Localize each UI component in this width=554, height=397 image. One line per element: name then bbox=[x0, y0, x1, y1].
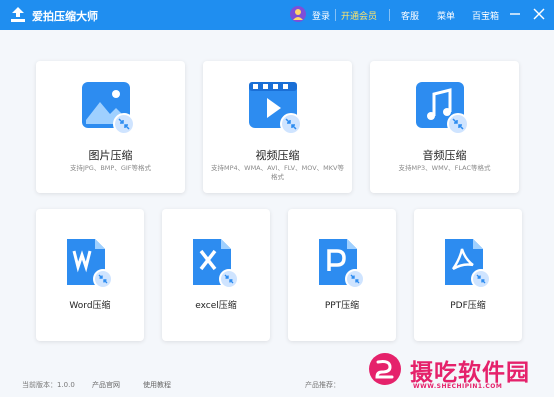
title-bar: 爱拍压缩大师 登录 开通会员 客服 菜单 百宝箱 bbox=[0, 0, 554, 30]
ppt-compress-icon bbox=[319, 239, 365, 289]
vip-button[interactable]: 开通会员 bbox=[341, 9, 377, 22]
card-title: 视频压缩 bbox=[255, 149, 300, 162]
main-area: 图片压缩 支持JPG、BMP、GIF等格式 视频压缩 支持MP4、WMA、AVI… bbox=[0, 30, 554, 397]
card-pdf-compress[interactable]: PDF压缩 bbox=[414, 209, 522, 341]
service-button[interactable]: 客服 bbox=[401, 9, 419, 22]
image-compress-icon bbox=[82, 82, 135, 135]
menu-button[interactable]: 菜单 bbox=[437, 9, 455, 22]
official-site-link[interactable]: 产品官网 bbox=[92, 380, 120, 390]
card-word-compress[interactable]: Word压缩 bbox=[36, 209, 144, 341]
login-button[interactable]: 登录 bbox=[312, 9, 330, 22]
card-desc: 支持JPG、BMP、GIF等格式 bbox=[69, 164, 152, 172]
card-image-compress[interactable]: 图片压缩 支持JPG、BMP、GIF等格式 bbox=[36, 61, 185, 193]
divider bbox=[335, 9, 336, 21]
video-compress-icon bbox=[249, 82, 302, 135]
card-title: 音频压缩 bbox=[422, 149, 467, 162]
minimize-icon[interactable] bbox=[508, 7, 522, 21]
card-title: 图片压缩 bbox=[88, 149, 133, 162]
close-icon[interactable] bbox=[532, 7, 546, 21]
card-title: excel压缩 bbox=[195, 301, 237, 311]
word-compress-icon bbox=[67, 239, 113, 289]
watermark-url: WWW.SHECHIPIN1.COM bbox=[413, 383, 503, 390]
watermark-text: 摄吃软件园 bbox=[410, 360, 530, 386]
card-excel-compress[interactable]: excel压缩 bbox=[162, 209, 270, 341]
card-ppt-compress[interactable]: PPT压缩 bbox=[288, 209, 396, 341]
pdf-compress-icon bbox=[445, 239, 491, 289]
user-avatar[interactable] bbox=[290, 6, 306, 22]
watermark-logo-icon bbox=[369, 353, 401, 385]
card-desc: 支持MP4、WMA、AVI、FLV、MOV、MKV等格式 bbox=[210, 164, 344, 181]
excel-compress-icon bbox=[193, 239, 239, 289]
toolbox-button[interactable]: 百宝箱 bbox=[472, 9, 499, 22]
card-desc: 支持MP3、WMV、FLAC等格式 bbox=[398, 164, 491, 172]
card-title: Word压缩 bbox=[69, 301, 111, 311]
version-text: 当前版本：1.0.0 bbox=[22, 381, 75, 389]
audio-compress-icon bbox=[416, 82, 469, 135]
card-title: PDF压缩 bbox=[450, 301, 486, 311]
tutorial-link[interactable]: 使用教程 bbox=[143, 380, 171, 390]
card-video-compress[interactable]: 视频压缩 支持MP4、WMA、AVI、FLV、MOV、MKV等格式 bbox=[203, 61, 352, 193]
recommend-label: 产品推荐： bbox=[305, 381, 340, 389]
app-title: 爱拍压缩大师 bbox=[32, 10, 98, 23]
app-logo-icon bbox=[11, 7, 25, 22]
user-icon bbox=[293, 9, 303, 20]
card-title: PPT压缩 bbox=[324, 301, 360, 311]
card-audio-compress[interactable]: 音频压缩 支持MP3、WMV、FLAC等格式 bbox=[370, 61, 519, 193]
divider bbox=[389, 9, 390, 21]
